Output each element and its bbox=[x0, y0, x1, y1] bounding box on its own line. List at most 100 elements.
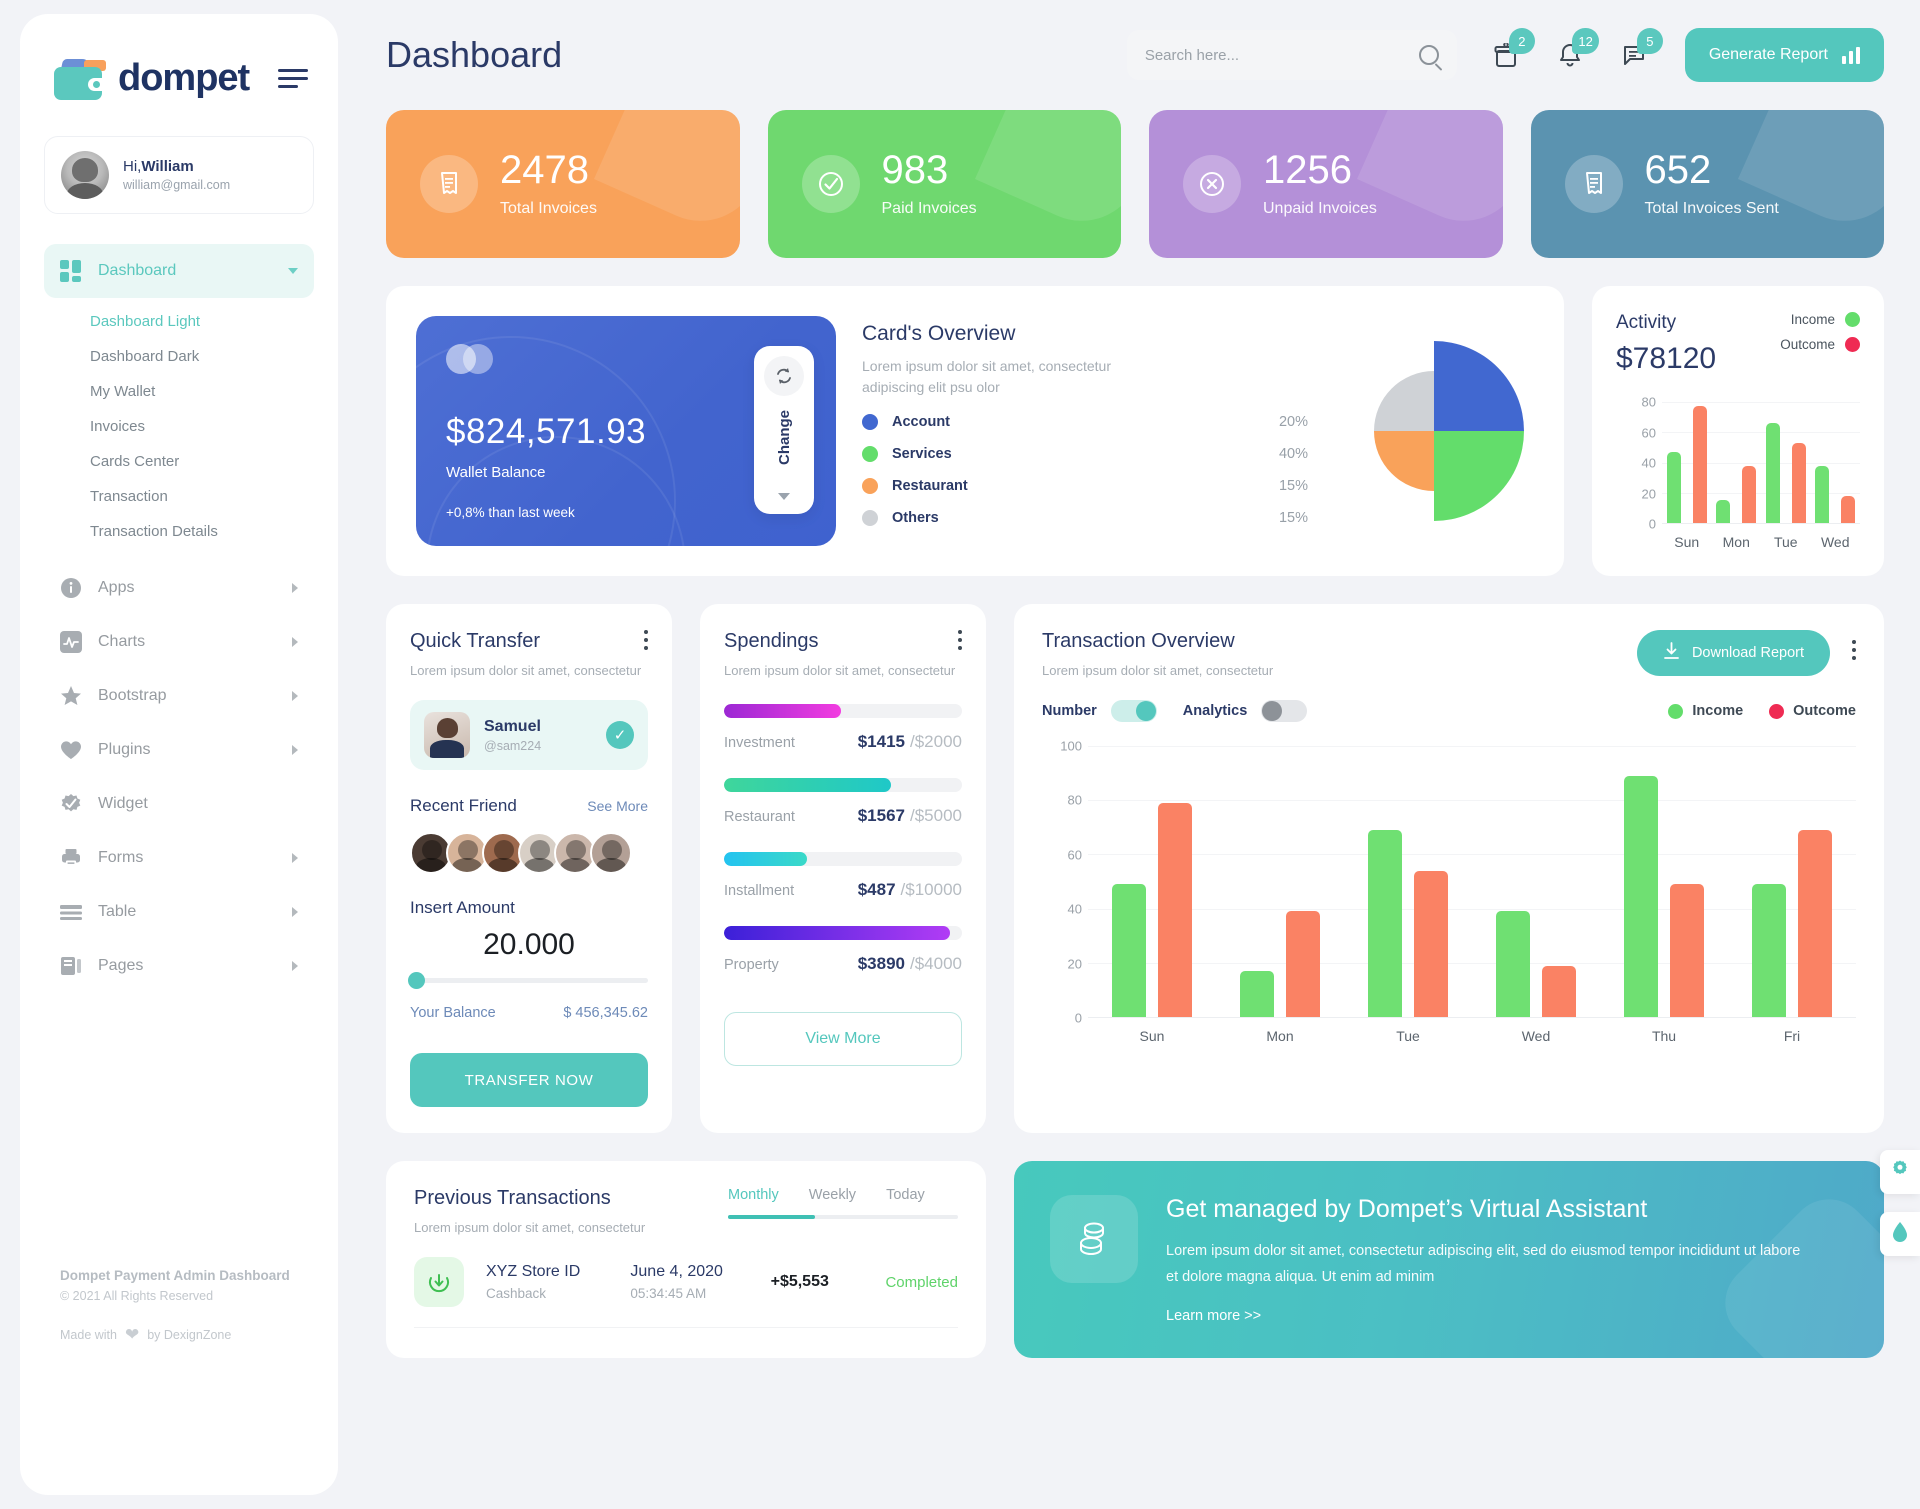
theme-floating-button[interactable] bbox=[1880, 1212, 1920, 1256]
more-options-icon[interactable] bbox=[1852, 640, 1856, 660]
spending-item-property: Property $3890 /$4000 bbox=[724, 926, 962, 974]
chevron-right-icon bbox=[292, 691, 298, 701]
x-tick: Thu bbox=[1651, 1028, 1677, 1044]
legend-value: 15% bbox=[1278, 510, 1308, 526]
more-options-icon[interactable] bbox=[644, 630, 648, 650]
sidebar-subitem-invoices[interactable]: Invoices bbox=[20, 409, 338, 444]
activity-amount: $78120 bbox=[1616, 342, 1717, 375]
settings-floating-button[interactable] bbox=[1880, 1150, 1920, 1194]
selected-friend[interactable]: Samuel @sam224 ✓ bbox=[410, 700, 648, 770]
change-card-tab[interactable]: Change bbox=[754, 346, 814, 514]
chevron-right-icon bbox=[292, 961, 298, 971]
chevron-right-icon bbox=[292, 745, 298, 755]
slider-handle[interactable] bbox=[408, 972, 425, 989]
dashboard-submenu: Dashboard Light Dashboard Dark My Wallet… bbox=[20, 298, 338, 561]
amount-value[interactable]: 20.000 bbox=[410, 928, 648, 962]
transaction-amount: +$5,553 bbox=[770, 1273, 829, 1290]
sidebar-item-label: Widget bbox=[98, 795, 148, 812]
sidebar-subitem-my-wallet[interactable]: My Wallet bbox=[20, 374, 338, 409]
sidebar-item-pages[interactable]: Pages bbox=[44, 939, 314, 993]
hamburger-icon[interactable] bbox=[278, 68, 308, 88]
stat-value: 1256 bbox=[1263, 148, 1352, 192]
chart-line-icon bbox=[60, 631, 82, 653]
sidebar-item-forms[interactable]: Forms bbox=[44, 831, 314, 885]
previous-transactions-subtitle: Lorem ipsum dolor sit amet, consectetur bbox=[414, 1220, 646, 1235]
sidebar-item-widget[interactable]: Widget bbox=[44, 777, 314, 831]
profile-greeting: Hi,William bbox=[123, 158, 230, 175]
search-box[interactable] bbox=[1126, 30, 1457, 80]
bar-income bbox=[1624, 775, 1658, 1017]
sidebar: dompet Hi,William william@gmail.com Dash… bbox=[20, 14, 338, 1495]
user-profile[interactable]: Hi,William william@gmail.com bbox=[44, 136, 314, 214]
message-badge: 5 bbox=[1636, 28, 1663, 54]
brand[interactable]: dompet bbox=[20, 40, 338, 100]
bell-icon[interactable]: 12 bbox=[1553, 28, 1599, 72]
stat-card-total-invoices[interactable]: 2478 Total Invoices bbox=[386, 110, 740, 258]
bar-income bbox=[1496, 911, 1530, 1017]
made-with-suffix: by DexignZone bbox=[147, 1328, 232, 1342]
transfer-now-button[interactable]: TRANSFER NOW bbox=[410, 1053, 648, 1107]
balance-value: $ 456,345.62 bbox=[563, 1005, 648, 1021]
sidebar-item-dashboard[interactable]: Dashboard bbox=[44, 244, 314, 298]
sidebar-item-apps[interactable]: Apps bbox=[44, 561, 314, 615]
y-tick: 40 bbox=[1641, 455, 1656, 471]
virtual-assistant-banner[interactable]: Get managed by Dompet’s Virtual Assistan… bbox=[1014, 1161, 1884, 1359]
assistant-body: Lorem ipsum dolor sit amet, consectetur … bbox=[1166, 1243, 1801, 1286]
bar-income bbox=[1752, 884, 1786, 1017]
sidebar-subitem-dashboard-light[interactable]: Dashboard Light bbox=[20, 304, 338, 339]
more-options-icon[interactable] bbox=[958, 630, 962, 650]
spending-amount: $1567 bbox=[857, 806, 905, 825]
see-more-link[interactable]: See More bbox=[587, 798, 648, 814]
tab-monthly[interactable]: Monthly bbox=[728, 1187, 779, 1203]
chart-legend: Income Outcome bbox=[1668, 703, 1856, 719]
stat-card-paid-invoices[interactable]: 983 Paid Invoices bbox=[767, 110, 1121, 258]
sidebar-subitem-transaction[interactable]: Transaction bbox=[20, 479, 338, 514]
sidebar-subitem-dashboard-dark[interactable]: Dashboard Dark bbox=[20, 339, 338, 374]
sidebar-subitem-transaction-details[interactable]: Transaction Details bbox=[20, 514, 338, 549]
activity-x-axis: Sun Mon Tue Wed bbox=[1662, 534, 1860, 550]
tab-today[interactable]: Today bbox=[886, 1187, 925, 1203]
sidebar-item-table[interactable]: Table bbox=[44, 885, 314, 939]
brand-name: dompet bbox=[118, 56, 250, 99]
view-more-button[interactable]: View More bbox=[724, 1012, 962, 1066]
table-row[interactable]: XYZ Store ID Cashback June 4, 2020 05:34… bbox=[414, 1235, 958, 1328]
search-icon[interactable] bbox=[1418, 45, 1439, 65]
download-report-button[interactable]: Download Report bbox=[1636, 630, 1830, 676]
message-icon[interactable]: 5 bbox=[1617, 28, 1663, 72]
transaction-overview-title: Transaction Overview bbox=[1042, 630, 1235, 652]
bar-group-tue bbox=[1344, 746, 1472, 1017]
generate-report-button[interactable]: Generate Report bbox=[1684, 28, 1884, 82]
download-report-label: Download Report bbox=[1691, 645, 1804, 661]
progress-fill bbox=[724, 704, 841, 718]
invoice-icon bbox=[420, 155, 478, 213]
spending-amount: $1415 bbox=[857, 732, 905, 751]
download-icon bbox=[1663, 642, 1680, 664]
y-tick: 100 bbox=[1060, 738, 1082, 754]
amount-slider[interactable] bbox=[408, 972, 648, 989]
quick-transfer-card: Quick Transfer Lorem ipsum dolor sit ame… bbox=[386, 604, 672, 1133]
sidebar-item-plugins[interactable]: Plugins bbox=[44, 723, 314, 777]
wallet-balance-card[interactable]: $824,571.93 Wallet Balance +0,8% than la… bbox=[416, 316, 836, 546]
stat-value: 652 bbox=[1644, 148, 1712, 192]
search-input[interactable] bbox=[1144, 46, 1419, 64]
tab-weekly[interactable]: Weekly bbox=[809, 1187, 856, 1203]
sidebar-subitem-cards-center[interactable]: Cards Center bbox=[20, 444, 338, 479]
x-tick: Mon bbox=[1722, 534, 1750, 550]
y-tick: 80 bbox=[1641, 394, 1656, 410]
bar-outcome bbox=[1791, 442, 1806, 523]
tov-bars bbox=[1088, 746, 1856, 1017]
y-tick: 80 bbox=[1067, 792, 1082, 808]
star-icon bbox=[60, 685, 82, 707]
cards-overview-pie-chart bbox=[1334, 316, 1534, 546]
sidebar-item-bootstrap[interactable]: Bootstrap bbox=[44, 669, 314, 723]
toggle-number[interactable] bbox=[1110, 700, 1157, 722]
gift-icon[interactable]: 2 bbox=[1489, 28, 1535, 72]
legend-value: 15% bbox=[1278, 478, 1308, 494]
friend-avatar-6[interactable] bbox=[590, 832, 632, 874]
sidebar-item-charts[interactable]: Charts bbox=[44, 615, 314, 669]
learn-more-link[interactable]: Learn more >> bbox=[1166, 1308, 1806, 1324]
stat-card-unpaid-invoices[interactable]: 1256 Unpaid Invoices bbox=[1149, 110, 1503, 258]
bar-income bbox=[1815, 465, 1830, 523]
stat-card-invoices-sent[interactable]: 652 Total Invoices Sent bbox=[1530, 110, 1884, 258]
toggle-analytics[interactable] bbox=[1261, 700, 1308, 722]
